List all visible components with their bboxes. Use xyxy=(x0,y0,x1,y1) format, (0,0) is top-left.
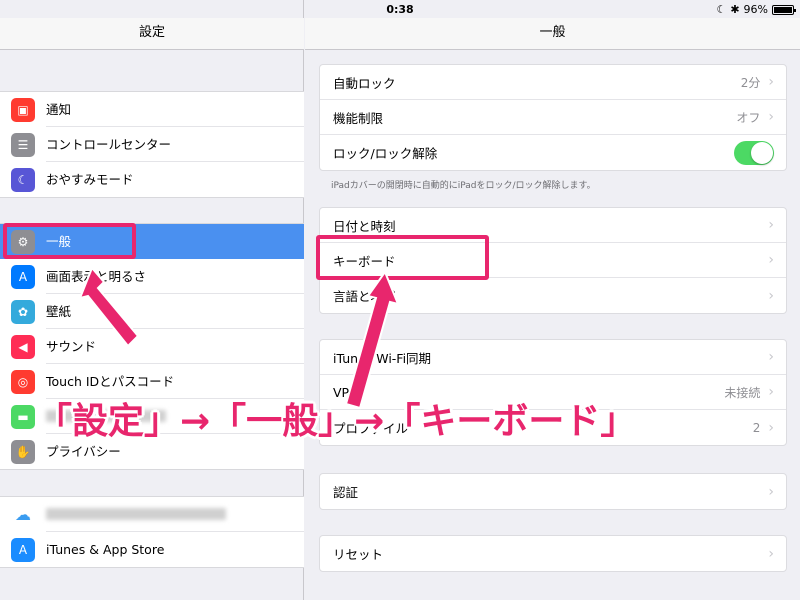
annotation-arrows xyxy=(78,266,400,410)
arrow-to-keyboard xyxy=(344,269,400,410)
arrow-to-general xyxy=(78,266,140,348)
instruction-caption: 「設定」→「一般」→「キーボード」 xyxy=(36,401,637,442)
